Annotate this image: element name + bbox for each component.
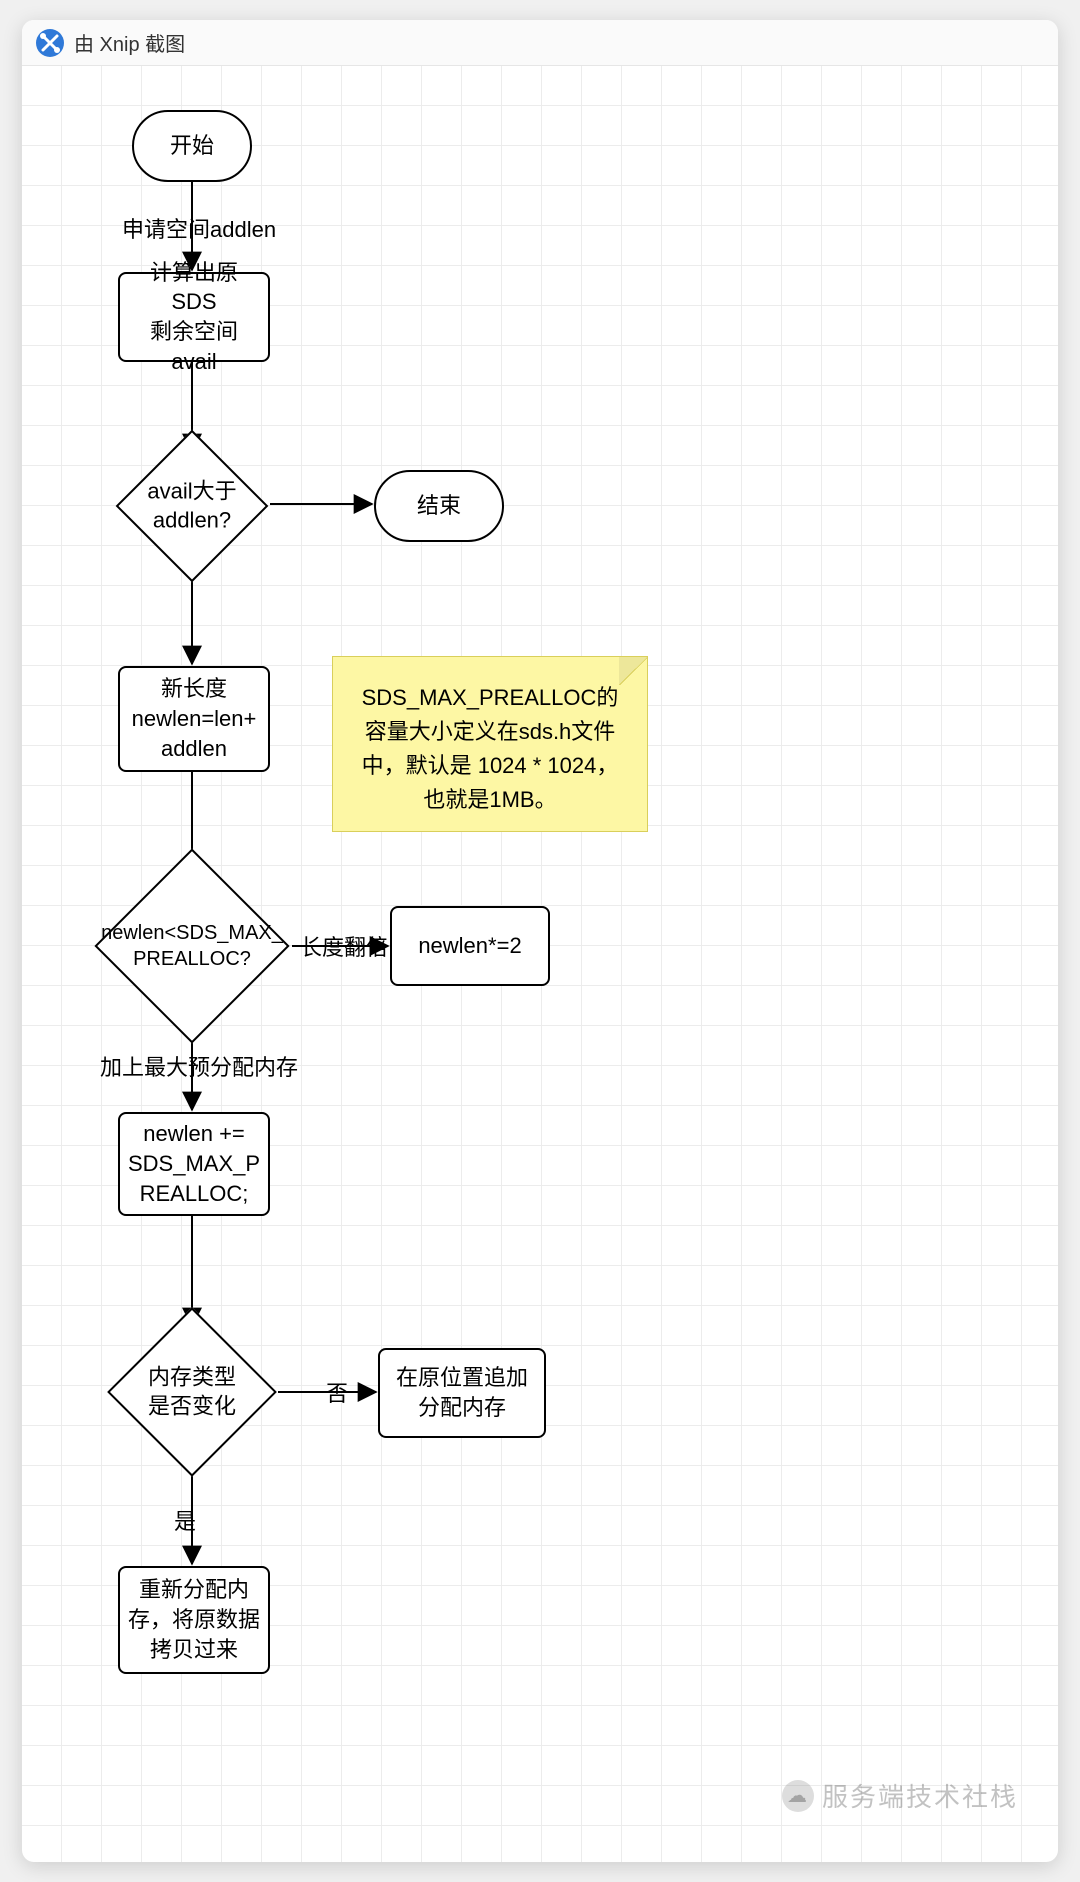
watermark-text: 服务端技术社栈	[822, 1777, 1018, 1814]
xnip-logo-icon	[36, 29, 64, 57]
node-newlen-add-prealloc-label: newlen += SDS_MAX_P REALLOC;	[128, 1119, 260, 1208]
edge-length-double: 长度翻倍	[300, 930, 388, 962]
node-newlen-double-label: newlen*=2	[418, 931, 521, 961]
node-start: 开始	[132, 110, 252, 182]
wechat-icon: ☁	[782, 1780, 814, 1812]
node-realloc-copy: 重新分配内 存，将原数据 拷贝过来	[118, 1566, 270, 1674]
node-calc-avail-label: 计算出原SDS 剩余空间avail	[128, 258, 260, 377]
titlebar-text: 由 Xnip 截图	[74, 28, 185, 57]
node-append-inplace: 在原位置追加 分配内存	[378, 1348, 546, 1438]
edge-no: 否	[326, 1376, 348, 1408]
edge-add-max-prealloc: 加上最大预分配内存	[100, 1050, 298, 1082]
edge-apply-addlen: 申请空间addlen	[122, 212, 276, 244]
node-calc-avail: 计算出原SDS 剩余空间avail	[118, 272, 270, 362]
node-newlen-double: newlen*=2	[390, 906, 550, 986]
edge-yes: 是	[174, 1504, 196, 1536]
node-newlen-assign: 新长度 newlen=len+ addlen	[118, 666, 270, 772]
node-newlen-add-prealloc: newlen += SDS_MAX_P REALLOC;	[118, 1112, 270, 1216]
watermark: ☁ 服务端技术社栈	[782, 1777, 1018, 1814]
node-end: 结束	[374, 470, 504, 542]
node-realloc-copy-label: 重新分配内 存，将原数据 拷贝过来	[128, 1575, 260, 1664]
decision-avail-gt-addlen-label: avail大于 addlen?	[112, 477, 272, 534]
sticky-note-text: SDS_MAX_PREALLOC的容量大小定义在sds.h文件中，默认是 102…	[362, 685, 619, 812]
window: 由 Xnip 截图	[22, 20, 1058, 1862]
decision-memtype-changed-label: 内存类型 是否变化	[117, 1363, 267, 1420]
node-start-label: 开始	[170, 131, 214, 161]
node-append-inplace-label: 在原位置追加 分配内存	[396, 1363, 528, 1422]
decision-newlen-lt-max-label: newlen<SDS_MAX_ PREALLOC?	[77, 920, 307, 972]
flowchart-canvas: 开始 申请空间addlen 计算出原SDS 剩余空间avail avail大于 …	[22, 66, 1058, 1862]
titlebar: 由 Xnip 截图	[22, 20, 1058, 66]
sticky-note: SDS_MAX_PREALLOC的容量大小定义在sds.h文件中，默认是 102…	[332, 656, 648, 832]
node-newlen-assign-label: 新长度 newlen=len+ addlen	[132, 674, 257, 763]
node-end-label: 结束	[417, 491, 461, 521]
